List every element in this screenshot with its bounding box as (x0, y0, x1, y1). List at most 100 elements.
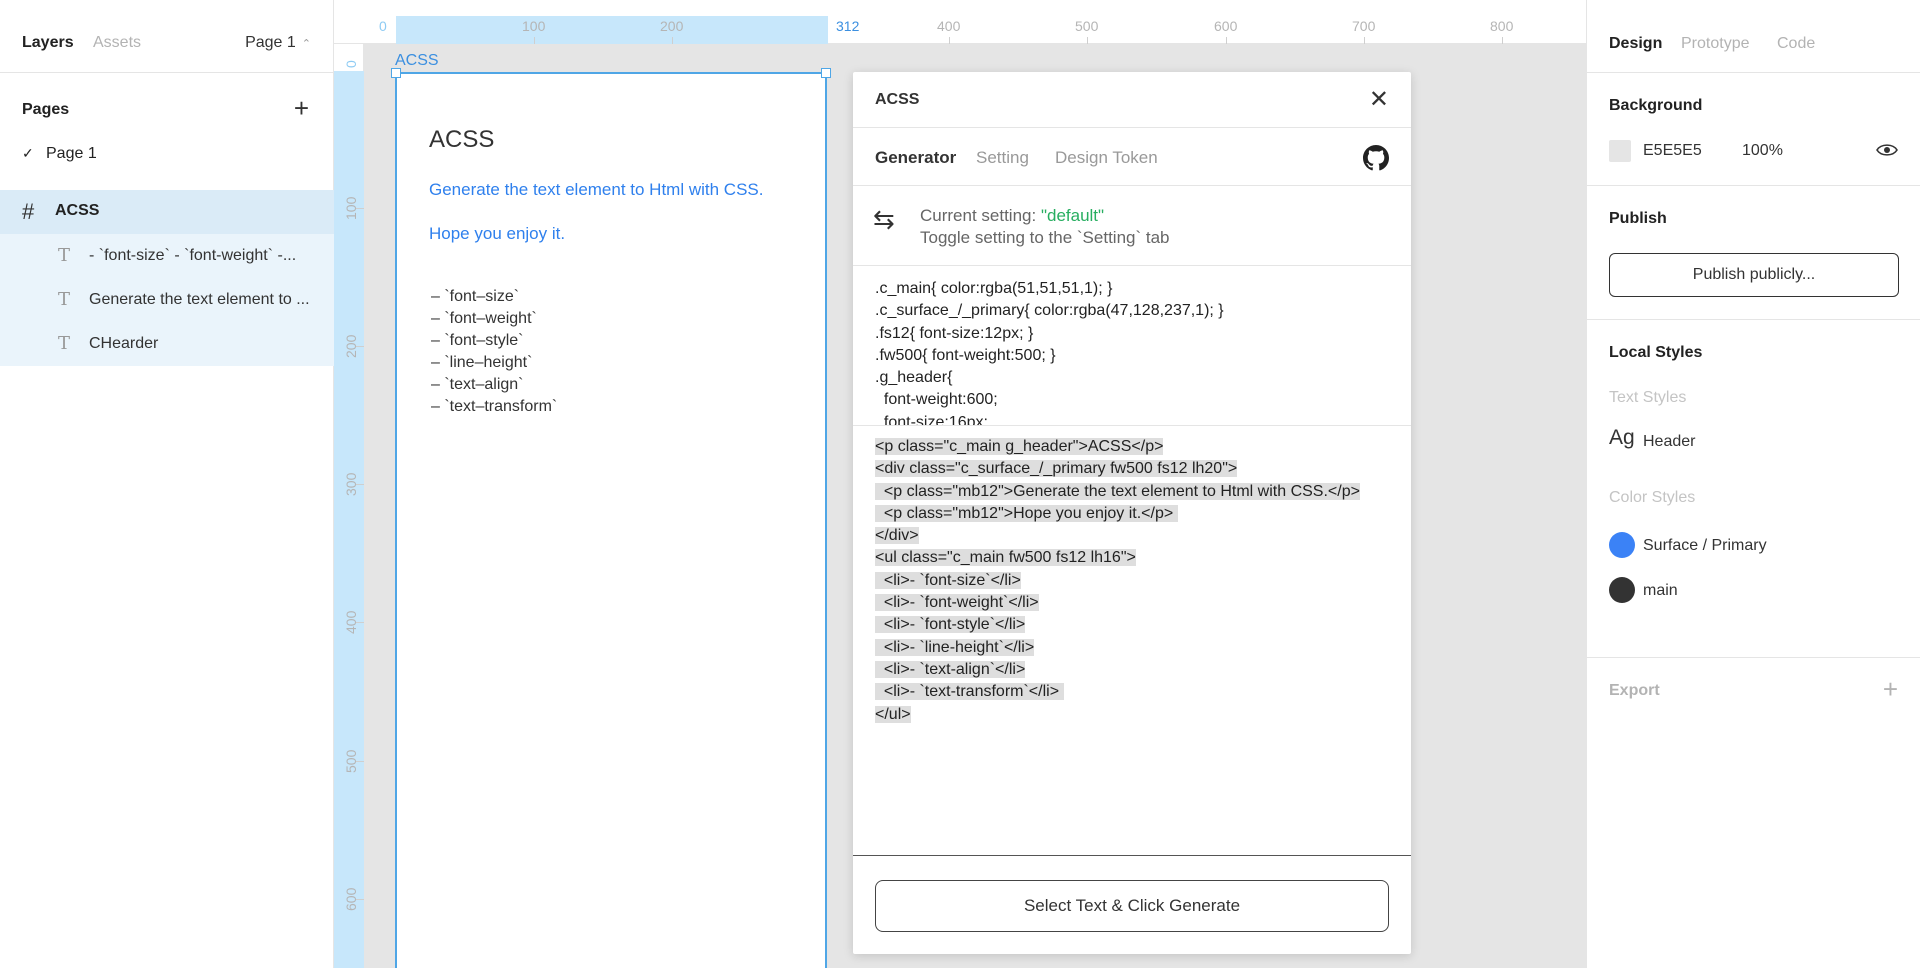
plugin-tabs: Generator Setting Design Token (853, 128, 1411, 186)
code-line-text: <li>- `line-height`</li> (875, 638, 1035, 656)
code-line: .fw500{ font-weight:500; } (875, 346, 1056, 364)
ruler-label: 200 (660, 18, 684, 34)
ruler-label: 800 (1490, 18, 1514, 34)
local-styles-section: Local Styles Text Styles Ag Header Color… (1587, 320, 1920, 658)
layer-frame-acss[interactable]: # ACSS (0, 190, 334, 234)
color-swatch (1609, 577, 1635, 603)
code-line: <li>- `font-style`</li> (875, 614, 1389, 636)
ruler-label: 312 (836, 18, 860, 34)
swap-icon[interactable]: ⇆ (873, 204, 895, 235)
code-line: font-weight:600; (875, 391, 998, 409)
ruler-tick (356, 484, 364, 485)
frame-label[interactable]: ACSS (395, 52, 439, 70)
tab-layers[interactable]: Layers (22, 34, 74, 52)
frame-blue-text[interactable]: Hope you enjoy it. (429, 224, 565, 244)
layer-label: - `font-size` - `font-weight` -... (89, 247, 297, 264)
plugin-header: ACSS ✕ (853, 72, 1411, 128)
publish-title: Publish (1609, 210, 1667, 227)
toggle-hint-text: Toggle setting to the `Setting` tab (920, 228, 1170, 247)
color-swatch (1609, 532, 1635, 558)
code-line-text: </ul> (875, 705, 911, 723)
setting-info: ⇆ Current setting: "default" Toggle sett… (853, 186, 1411, 266)
code-line-text: <p class="mb12">Hope you enjoy it.</p> (875, 504, 1178, 522)
background-section: Background E5E5E5 100% (1587, 73, 1920, 186)
text-style-name[interactable]: Header (1643, 433, 1695, 451)
text-styles-label: Text Styles (1609, 389, 1687, 406)
code-line: </div> (875, 525, 1389, 547)
layer-text-item[interactable]: T Generate the text element to ... (0, 278, 334, 322)
code-line: <ul class="c_main fw500 fs12 lh16"> (875, 547, 1389, 569)
code-line: </ul> (875, 704, 1389, 726)
tab-assets[interactable]: Assets (93, 34, 141, 52)
plugin-title: ACSS (875, 91, 920, 108)
html-output[interactable]: <p class="c_main g_header">ACSS</p> <div… (853, 426, 1411, 856)
add-export-icon[interactable]: + (1883, 674, 1898, 705)
ruler-label: 0 (343, 60, 359, 68)
code-line-text: <li>- `font-style`</li> (875, 616, 1026, 634)
export-section: Export + (1587, 658, 1920, 730)
ruler-tick (1087, 37, 1088, 44)
layer-text-item[interactable]: T CHearder (0, 322, 334, 366)
resize-handle[interactable] (391, 68, 401, 78)
color-style-name[interactable]: Surface / Primary (1643, 537, 1767, 555)
code-line: <p class="mb12">Hope you enjoy it.</p> (875, 503, 1389, 525)
page-selector-label: Page 1 (245, 34, 296, 51)
tab-code[interactable]: Code (1777, 35, 1815, 53)
tab-design-token[interactable]: Design Token (1055, 148, 1158, 168)
background-opacity-input[interactable]: 100% (1742, 142, 1783, 160)
tab-design[interactable]: Design (1609, 35, 1662, 53)
background-swatch[interactable] (1609, 140, 1631, 162)
github-icon[interactable] (1363, 145, 1389, 171)
list-item: – `font–style` (431, 332, 524, 349)
frame-list[interactable]: – `font–size` – `font–weight` – `font–st… (431, 286, 557, 418)
code-line: <li>- `text-transform`</li> (875, 681, 1389, 703)
ruler-selection (396, 16, 828, 44)
text-layer-icon: T (58, 333, 71, 354)
text-layer-icon: T (58, 289, 71, 310)
list-item: – `font–weight` (431, 310, 537, 327)
color-styles-label: Color Styles (1609, 489, 1696, 506)
frame-icon: # (22, 199, 35, 224)
code-line: .c_main{ color:rgba(51,51,51,1); } (875, 280, 1113, 297)
design-panel: Design Prototype Code Background E5E5E5 … (1586, 0, 1920, 968)
tab-setting[interactable]: Setting (976, 148, 1029, 168)
ruler-tick (356, 622, 364, 623)
layers-panel: Layers Assets Page 1 ⌃ Pages + ✓ Page 1 # … (0, 0, 334, 968)
code-line: <li>- `font-weight`</li> (875, 592, 1389, 614)
page-item[interactable]: ✓ Page 1 (22, 145, 97, 163)
tab-prototype[interactable]: Prototype (1681, 35, 1749, 53)
publish-button[interactable]: Publish publicly... (1609, 253, 1899, 297)
code-line: <p class="c_main g_header">ACSS</p> (875, 436, 1389, 458)
canvas-frame-acss[interactable]: ACSS Generate the text element to Html w… (391, 68, 831, 968)
design-panel-header: Design Prototype Code (1587, 0, 1920, 73)
background-hex-input[interactable]: E5E5E5 (1643, 142, 1702, 160)
ruler-tick (949, 37, 950, 44)
code-line-text: <li>- `text-align`</li> (875, 660, 1026, 678)
tab-generator[interactable]: Generator (875, 148, 956, 168)
frame-blue-text[interactable]: Generate the text element to Html with C… (429, 180, 763, 200)
ruler-label: 100 (522, 18, 546, 34)
css-output[interactable]: .c_main{ color:rgba(51,51,51,1); } .c_su… (853, 266, 1411, 426)
code-line: <p class="mb12">Generate the text elemen… (875, 481, 1389, 503)
ruler-tick (534, 37, 535, 44)
ruler-tick (1502, 37, 1503, 44)
code-line-text: <li>- `text-transform`</li> (875, 683, 1064, 701)
page-selector[interactable]: Page 1 ⌃ (245, 34, 311, 52)
color-style-name[interactable]: main (1643, 582, 1678, 600)
close-icon[interactable]: ✕ (1369, 88, 1389, 112)
code-line: .fs12{ font-size:12px; } (875, 324, 1034, 342)
generate-button[interactable]: Select Text & Click Generate (875, 880, 1389, 932)
eye-icon[interactable] (1876, 142, 1898, 158)
layer-text-item[interactable]: T - `font-size` - `font-weight` -... (0, 234, 334, 278)
resize-handle[interactable] (821, 68, 831, 78)
page-item-label: Page 1 (46, 145, 97, 162)
ruler-tick (356, 346, 364, 347)
ruler-label: 600 (1214, 18, 1238, 34)
background-title: Background (1609, 97, 1703, 114)
frame-title-text[interactable]: ACSS (429, 126, 494, 154)
current-setting-label: Current setting: (920, 206, 1041, 225)
ruler-tick (356, 761, 364, 762)
pages-section: Pages + ✓ Page 1 (0, 73, 333, 191)
add-page-icon[interactable]: + (294, 93, 309, 124)
code-line: .c_surface_/_primary{ color:rgba(47,128,… (875, 302, 1224, 320)
